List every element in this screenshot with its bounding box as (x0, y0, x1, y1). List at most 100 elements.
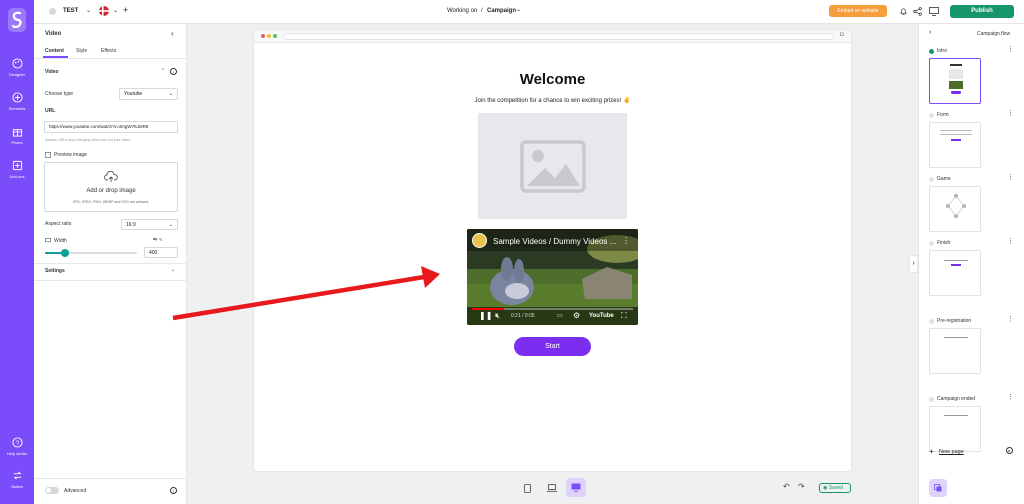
more-vertical-icon[interactable]: ⋮ (622, 236, 630, 245)
mute-icon[interactable]: 🔇︎ (495, 311, 500, 321)
nav-designer[interactable]: Designer (0, 58, 34, 77)
upload-title: Add or drop image (86, 188, 136, 194)
channel-avatar[interactable] (472, 233, 487, 248)
page-thumbnail[interactable] (929, 186, 981, 232)
nav-elements[interactable]: Elements (0, 92, 34, 111)
chevron-down-icon[interactable]: ⌄ (86, 7, 91, 14)
chevron-up-icon[interactable]: ⌃ (161, 68, 165, 74)
choose-type-select[interactable]: Youtube ⌄ (119, 88, 178, 100)
nav-addons[interactable]: Add-ons (0, 160, 34, 179)
info-icon[interactable]: i (170, 68, 177, 75)
flow-page-name: Campaign ended (937, 396, 976, 402)
start-button[interactable]: Start (514, 337, 591, 356)
fullscreen-icon[interactable]: ⛶ (621, 311, 627, 321)
page-dot (929, 113, 934, 118)
chevron-down-icon[interactable]: ⌄ (171, 267, 175, 273)
more-vertical-icon[interactable]: ⋮ (1007, 237, 1014, 245)
info-icon[interactable]: i (170, 487, 177, 494)
desktop-view-button[interactable] (566, 478, 586, 497)
share-icon[interactable] (913, 7, 922, 16)
nav-prizes[interactable]: Prizes (0, 126, 34, 145)
tab-effects[interactable]: Effects (101, 48, 116, 54)
image-placeholder[interactable] (478, 113, 627, 219)
desktop-icon[interactable] (929, 7, 939, 16)
app-logo-icon[interactable] (8, 8, 26, 32)
video-player[interactable]: Sample Videos / Dummy Videos ... ⋮ ❚❚ 🔇︎… (467, 229, 638, 325)
gift-icon (12, 129, 22, 137)
flow-page-name: Form (937, 112, 949, 118)
tab-style[interactable]: Style (76, 48, 87, 54)
settings-section-title[interactable]: Settings (45, 268, 65, 274)
advanced-label: Advanced (64, 488, 87, 494)
pause-icon[interactable]: ❚❚ (479, 311, 492, 320)
flow-page-name: Finish (937, 240, 951, 246)
thumb-button (951, 139, 961, 141)
more-vertical-icon[interactable]: ⋮ (1007, 173, 1014, 181)
expand-flow-icon[interactable]: › (929, 29, 931, 36)
page-dot (929, 397, 934, 402)
breadcrumb-separator: / (481, 8, 483, 14)
new-page-link[interactable]: New page (939, 449, 964, 455)
nav-prizes-label: Prizes (11, 140, 23, 145)
embed-on-website-button[interactable]: Embed on website (829, 5, 887, 17)
preview-image-label: Preview image (54, 152, 87, 158)
video-progress-fill (472, 308, 505, 310)
captions-icon[interactable]: ▭ (557, 312, 563, 319)
campaign-name[interactable]: Campaign (487, 8, 516, 14)
aspect-ratio-select[interactable]: 16:9 ⌄ (121, 219, 178, 230)
denmark-flag-icon[interactable] (99, 6, 109, 16)
url-hint: Sample URLs stop changing when you set y… (45, 138, 131, 142)
page-thumbnail[interactable] (929, 328, 981, 374)
add-icon[interactable]: + (123, 5, 128, 15)
more-vertical-icon[interactable]: ⋮ (1007, 315, 1014, 323)
pages-view-button[interactable] (929, 479, 947, 497)
top-bar: TEST ⌄ ⌄ + Working on / Campaign ⌄ Embed… (34, 0, 1024, 24)
settings-gear-icon[interactable]: ⚙ (573, 311, 580, 320)
width-slider-handle[interactable] (61, 249, 70, 257)
addons-icon (12, 160, 22, 171)
expand-right-panel-icon[interactable]: › (909, 255, 918, 273)
chevron-down-icon[interactable]: ⌄ (516, 6, 521, 13)
bell-icon[interactable] (899, 7, 908, 16)
page-thumbnail[interactable] (929, 250, 981, 296)
width-unit-toggle-icon[interactable]: ⇆ ∿ (153, 237, 163, 243)
chevron-down-icon[interactable]: ⌄ (113, 7, 118, 14)
publish-button[interactable]: Publish (950, 5, 1014, 18)
more-vertical-icon[interactable]: ⋮ (1007, 45, 1014, 53)
width-label: Width (54, 238, 67, 244)
url-input[interactable]: https://www.youtube.com/watch?v=EngW7tLk… (44, 121, 178, 133)
nav-switch[interactable]: Switch (0, 470, 34, 489)
video-title[interactable]: Sample Videos / Dummy Videos ... (493, 237, 616, 246)
tablet-icon[interactable] (524, 484, 531, 493)
thumb-line (944, 260, 968, 261)
laptop-icon[interactable] (547, 484, 557, 492)
tab-content[interactable]: Content (45, 48, 64, 54)
play-icon[interactable]: ▸ (1006, 447, 1013, 454)
youtube-logo[interactable]: YouTube (589, 313, 614, 319)
divider (34, 263, 187, 264)
thumb-line (944, 337, 968, 338)
svg-text:?: ? (15, 440, 19, 447)
divider (34, 58, 187, 59)
width-slider[interactable] (45, 249, 137, 257)
video-progress-bar[interactable] (472, 308, 633, 310)
advanced-toggle[interactable] (45, 487, 59, 494)
page-subheading[interactable]: Join the competition for a chance to win… (254, 97, 851, 104)
more-vertical-icon[interactable]: ⋮ (1007, 393, 1014, 401)
nav-designer-label: Designer (8, 72, 25, 77)
page-thumbnail[interactable] (929, 58, 981, 104)
page-thumbnail[interactable] (929, 406, 981, 452)
undo-icon[interactable]: ↶ (783, 482, 790, 491)
add-page-icon[interactable]: + (929, 447, 934, 456)
nav-help-center[interactable]: ? Help center (0, 437, 34, 456)
camera-icon[interactable]: ◘ (840, 32, 844, 38)
page-thumbnail[interactable] (929, 122, 981, 168)
nav-elements-label: Elements (8, 106, 26, 111)
page-heading[interactable]: Welcome (254, 71, 851, 88)
collapse-panel-icon[interactable]: ‹ (171, 29, 174, 38)
redo-icon[interactable]: ↷ (798, 482, 805, 491)
width-input[interactable]: 400 (144, 247, 178, 258)
more-vertical-icon[interactable]: ⋮ (1007, 109, 1014, 117)
project-name[interactable]: TEST (63, 8, 78, 14)
image-upload-dropzone[interactable]: Add or drop image JPG, JPEG, PNG, WEBP a… (44, 162, 178, 212)
